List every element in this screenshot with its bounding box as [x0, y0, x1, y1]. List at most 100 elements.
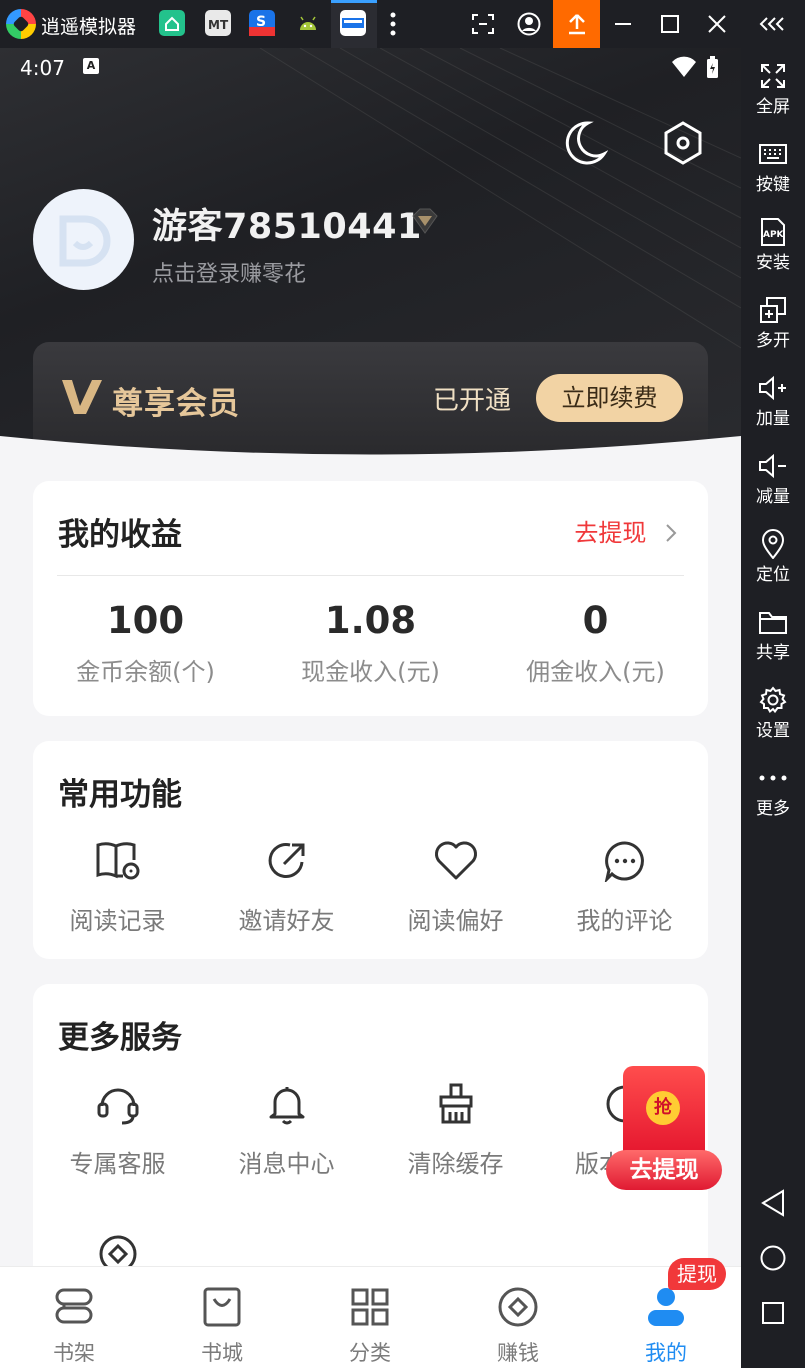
more-vertical-icon[interactable]: [370, 0, 416, 48]
back-triangle-icon: [761, 1189, 784, 1217]
stat-commission[interactable]: 0 佣金收入(元): [483, 599, 708, 687]
common-functions-card: 常用功能 阅读记录 邀请好友 阅读偏好 我的评论: [33, 741, 708, 959]
function-label: 阅读记录: [69, 907, 166, 935]
status-icons: [670, 56, 724, 84]
maximize-icon[interactable]: [647, 0, 693, 48]
common-functions-title: 常用功能: [58, 777, 182, 813]
book-history-icon: [33, 833, 202, 889]
message-center-item[interactable]: 消息中心: [202, 1076, 371, 1179]
withdraw-link[interactable]: 去提现: [574, 513, 678, 548]
share-arrow-icon: [202, 833, 371, 889]
headset-icon: [33, 1076, 202, 1132]
bell-icon: [202, 1076, 371, 1132]
sidebar-volume-up[interactable]: 加量: [741, 368, 805, 446]
tab-label: 赚钱: [497, 1341, 539, 1365]
wifi-battery-icon: [672, 56, 718, 78]
stat-cash[interactable]: 1.08 现金收入(元): [258, 599, 483, 687]
stat-label: 金币余额(个): [76, 658, 215, 686]
mt-app-icon[interactable]: MT: [205, 10, 231, 36]
status-time: 4:07: [20, 56, 65, 80]
sidebar-share[interactable]: 共享: [741, 602, 805, 680]
sidebar-install[interactable]: APK 安装: [741, 212, 805, 290]
reading-history-item[interactable]: 阅读记录: [33, 833, 202, 936]
emulator-title: 逍遥模拟器: [41, 16, 137, 38]
sidebar-keymap[interactable]: 按键: [741, 134, 805, 212]
chat-bubble-icon: [540, 833, 709, 889]
sidebar-label: 更多: [756, 799, 790, 819]
stat-value: 0: [582, 599, 609, 642]
sidebar-label: 定位: [756, 565, 790, 585]
sidebar-volume-down[interactable]: 减量: [741, 446, 805, 524]
tab-label: 书城: [201, 1341, 243, 1365]
s-app-icon[interactable]: S: [249, 10, 275, 36]
apk-icon: APK: [741, 212, 805, 252]
sidebar-location[interactable]: 定位: [741, 524, 805, 602]
stat-label: 现金收入(元): [301, 658, 440, 686]
sidebar-more[interactable]: 更多: [741, 758, 805, 836]
sidebar-label: 按键: [756, 175, 790, 195]
minimize-icon[interactable]: [600, 0, 646, 48]
svg-text:APK: APK: [763, 230, 785, 240]
invite-friends-item[interactable]: 邀请好友: [202, 833, 371, 936]
customer-service-item[interactable]: 专属客服: [33, 1076, 202, 1179]
novel-app-icon[interactable]: [340, 10, 366, 36]
svg-text:S: S: [256, 14, 266, 30]
sidebar-label: 安装: [756, 253, 790, 273]
settings-hex-icon[interactable]: [660, 120, 706, 166]
close-icon[interactable]: [694, 0, 740, 48]
login-hint[interactable]: 点击登录赚零花: [152, 256, 306, 288]
recents-nav-button[interactable]: [741, 1288, 805, 1338]
volume-up-icon: [741, 368, 805, 408]
sidebar-label: 设置: [756, 721, 790, 741]
stat-label: 佣金收入(元): [526, 658, 665, 686]
collapse-sidebar-icon[interactable]: [750, 0, 796, 48]
sidebar-label: 全屏: [756, 97, 790, 117]
tab-bookstore[interactable]: 书城: [148, 1267, 296, 1368]
tab-earn[interactable]: 赚钱: [444, 1267, 592, 1368]
home-circle-icon: [760, 1245, 786, 1271]
stat-coins[interactable]: 100 金币余额(个): [33, 599, 258, 687]
heart-icon: [371, 833, 540, 889]
location-pin-icon: [741, 524, 805, 564]
chevron-right-icon: [666, 524, 677, 542]
back-nav-button[interactable]: [741, 1178, 805, 1228]
broom-icon: [371, 1076, 540, 1132]
sidebar-label: 加量: [756, 409, 790, 429]
renew-button[interactable]: 立即续费: [536, 374, 683, 422]
upload-icon[interactable]: [553, 0, 600, 48]
volume-down-icon: [741, 446, 805, 486]
emulator-logo-icon: [6, 9, 36, 39]
username[interactable]: 游客78510441: [152, 198, 422, 249]
sidebar-settings[interactable]: 设置: [741, 680, 805, 758]
sidebar-label: 减量: [756, 487, 790, 507]
home-nav-button[interactable]: [741, 1233, 805, 1283]
emulator-titlebar: 逍遥模拟器 MT S: [0, 0, 805, 48]
my-comments-item[interactable]: 我的评论: [540, 833, 709, 936]
gear-icon: [741, 680, 805, 720]
screenshot-icon[interactable]: [460, 0, 506, 48]
reading-preference-item[interactable]: 阅读偏好: [371, 833, 540, 936]
redpacket-withdraw-button[interactable]: 去提现: [606, 1150, 722, 1190]
account-icon[interactable]: [506, 0, 552, 48]
avatar[interactable]: [33, 189, 134, 290]
fullscreen-icon: [741, 56, 805, 96]
redpacket-coin: 抢: [646, 1091, 680, 1125]
svg-text:MT: MT: [208, 18, 229, 32]
tab-bookshelf[interactable]: 书架: [0, 1267, 148, 1368]
more-services-title: 更多服务: [58, 1020, 182, 1056]
bottom-tabbar: 书架 书城 分类 赚钱 我的: [0, 1266, 741, 1368]
function-label: 清除缓存: [407, 1150, 504, 1178]
sidebar-multi[interactable]: 多开: [741, 290, 805, 368]
tab-category[interactable]: 分类: [296, 1267, 444, 1368]
function-label: 专属客服: [69, 1150, 166, 1178]
launcher-app-icon[interactable]: [159, 10, 185, 36]
clear-cache-item[interactable]: 清除缓存: [371, 1076, 540, 1179]
multi-window-icon: [741, 290, 805, 330]
sidebar-fullscreen[interactable]: 全屏: [741, 56, 805, 134]
tab-withdraw-badge: 提现: [668, 1258, 726, 1290]
night-mode-icon[interactable]: [562, 118, 609, 168]
sidebar-label: 共享: [756, 643, 790, 663]
floating-redpacket[interactable]: 抢 去提现: [606, 1066, 724, 1194]
earnings-card: 我的收益 去提现 100 金币余额(个) 1.08 现金收入(元) 0 佣金收入…: [33, 481, 708, 716]
android-app-icon[interactable]: [295, 10, 321, 36]
